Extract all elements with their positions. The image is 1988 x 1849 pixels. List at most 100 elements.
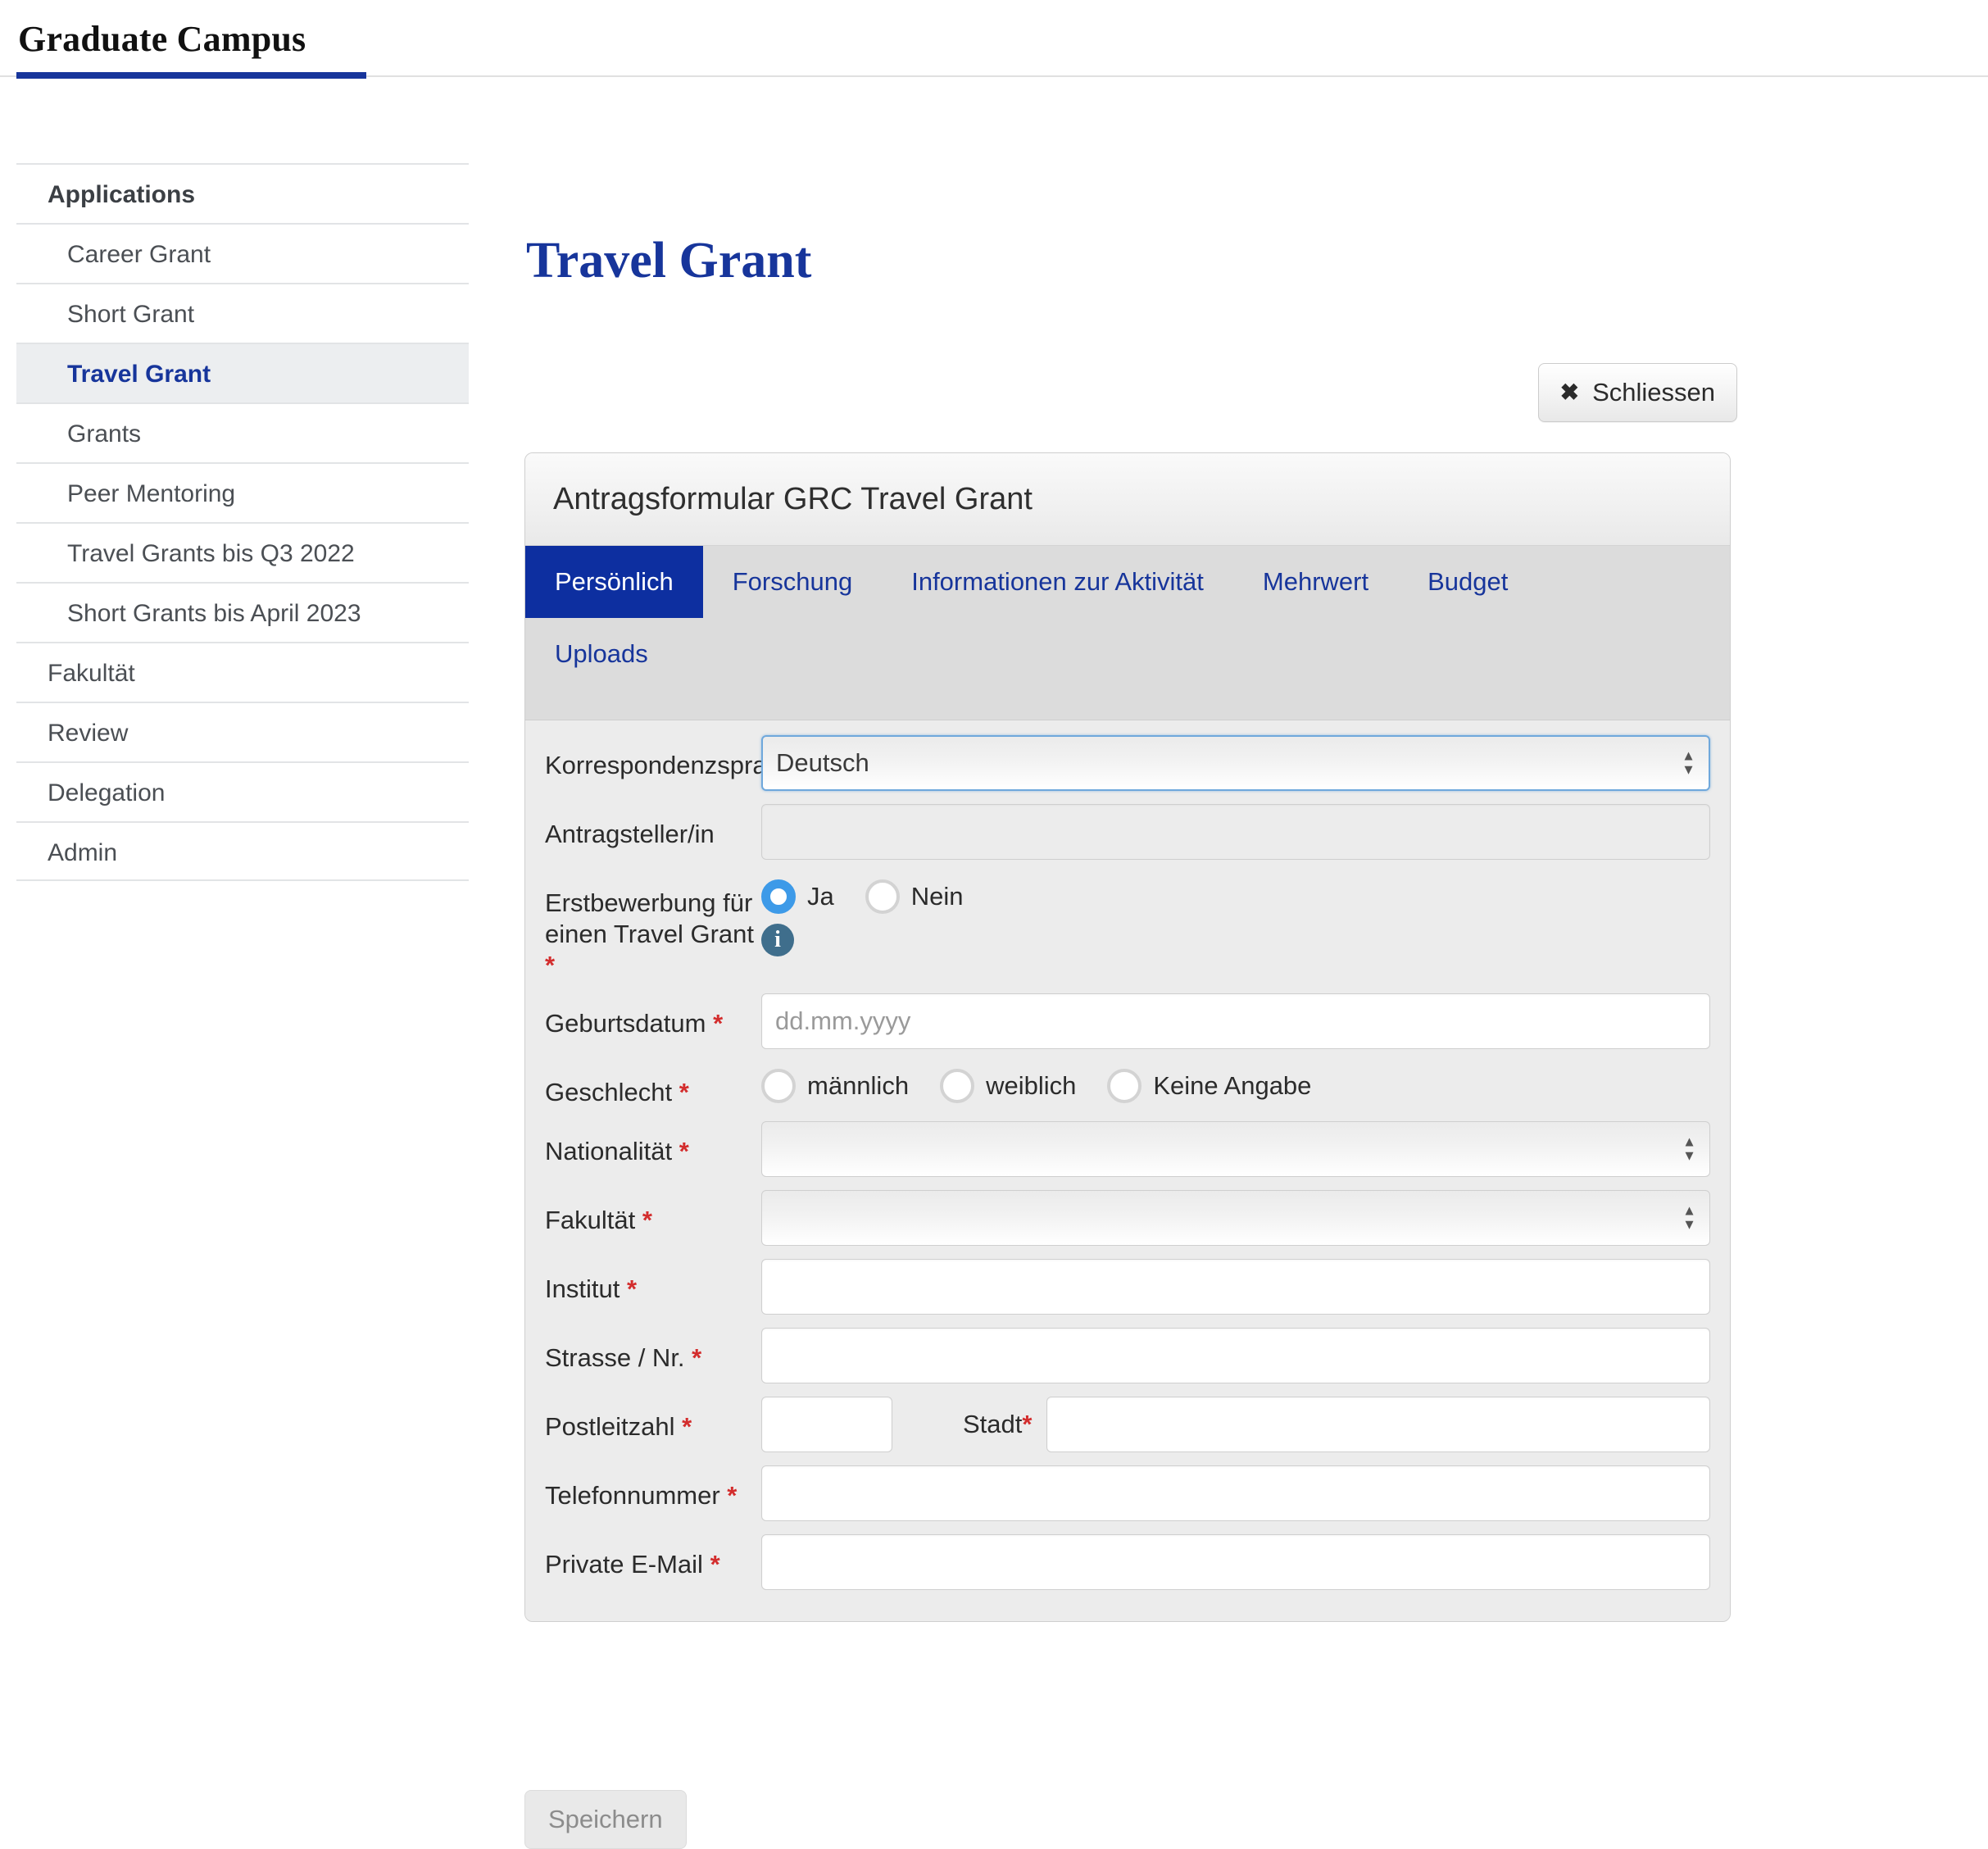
sidebar-item-travel-grant[interactable]: Travel Grant [16,343,469,402]
field-row-email: Private E-Mail * [525,1534,1730,1591]
label-stadt-text: Stadt [963,1410,1023,1439]
label-fakultaet-text: Fakultät [545,1206,636,1235]
close-x-icon: ✖ [1559,379,1580,405]
save-button[interactable]: Speichern [524,1790,687,1849]
label-telefonnummer: Telefonnummer * [545,1465,761,1511]
geschlecht-option-keine-angabe[interactable]: Keine Angabe [1107,1069,1311,1104]
sidebar-item-admin[interactable]: Admin [16,821,469,881]
nationalitaet-select[interactable]: ▲ ▼ [761,1121,1710,1178]
sidebar-item-label: Short Grant [67,301,195,328]
label-geburtsdatum-text: Geburtsdatum [545,1009,706,1038]
brand-underline [16,72,366,79]
field-row-strasse: Strasse / Nr. * [525,1328,1730,1384]
tab-informationen-zur-aktivitaet[interactable]: Informationen zur Aktivität [882,546,1233,618]
sidebar-item-travel-grants-q3-2022[interactable]: Travel Grants bis Q3 2022 [16,522,469,582]
sidebar-item-career-grant[interactable]: Career Grant [16,223,469,283]
control-fakultaet: ▲ ▼ [761,1190,1710,1247]
label-antragsteller: Antragsteller/in [545,820,715,848]
chevron-updown-icon: ▲ ▼ [1682,1133,1696,1164]
required-asterisk: * [710,1550,720,1579]
close-button[interactable]: ✖ Schliessen [1537,363,1737,422]
form-tabrow-secondary: Uploads [525,618,1730,690]
sidebar-item-applications[interactable]: Applications [16,163,469,223]
sidebar-item-label: Delegation [48,779,166,806]
application-form-panel: Antragsformular GRC Travel Grant Persönl… [524,452,1731,1623]
sidebar-item-fakultaet[interactable]: Fakultät [16,642,469,702]
field-row-antragsteller: Antragsteller/in [525,804,1730,860]
label-email: Private E-Mail * [545,1534,761,1580]
control-strasse [761,1328,1710,1384]
label-institut: Institut * [545,1259,761,1305]
sidebar-item-grants[interactable]: Grants [16,402,469,462]
control-email [761,1534,1710,1591]
label-institut-text: Institut [545,1274,620,1304]
close-button-row: ✖ Schliessen [524,363,1975,424]
label-nationalitaet: Nationalität * [545,1121,761,1167]
control-nationalitaet: ▲ ▼ [761,1121,1710,1178]
field-row-korrespondenzsprache: Korrespondenzsprache Deutsch ▲ ▼ [525,735,1730,791]
telefonnummer-input[interactable] [761,1465,1710,1522]
stadt-input[interactable] [1046,1397,1710,1453]
email-input[interactable] [761,1534,1710,1591]
tab-persoenlich[interactable]: Persönlich [525,546,703,618]
sidebar-item-label: Peer Mentoring [67,480,236,507]
label-postleitzahl-text: Postleitzahl [545,1412,675,1442]
brand-header: Graduate Campus [0,0,1988,79]
sidebar-item-delegation[interactable]: Delegation [16,761,469,821]
radio-label: weiblich [986,1071,1077,1101]
sidebar-item-short-grant[interactable]: Short Grant [16,283,469,343]
korrespondenzsprache-value: Deutsch [776,748,869,777]
label-erstbewerbung-text: Erstbewerbung für einen Travel Grant [545,888,755,948]
institut-input[interactable] [761,1259,1710,1315]
strasse-input[interactable] [761,1328,1710,1384]
field-row-postleitzahl-stadt: Postleitzahl * Stadt* [525,1397,1730,1453]
radio-icon[interactable] [940,1069,975,1104]
info-icon[interactable]: i [761,924,794,956]
geburtsdatum-input[interactable] [761,993,1710,1050]
erstbewerbung-option-nein[interactable]: Nein [865,879,964,914]
geschlecht-option-weiblich[interactable]: weiblich [940,1069,1077,1104]
tab-mehrwert[interactable]: Mehrwert [1233,546,1398,618]
antragsteller-input[interactable] [761,804,1710,860]
tab-uploads[interactable]: Uploads [525,618,678,690]
label-strasse: Strasse / Nr. * [545,1328,761,1374]
geschlecht-option-maennlich[interactable]: männlich [761,1069,910,1104]
radio-label: männlich [807,1071,910,1101]
label-strasse-text: Strasse / Nr. [545,1343,685,1373]
label-geschlecht-text: Geschlecht [545,1078,673,1107]
korrespondenzsprache-select[interactable]: Deutsch ▲ ▼ [761,735,1710,791]
label-stadt: Stadt* [892,1397,1046,1452]
main-content: Travel Grant ✖ Schliessen Antragsformula… [524,163,1975,1849]
radio-icon[interactable] [761,879,796,914]
erstbewerbung-option-ja[interactable]: Ja [761,879,834,914]
radio-label: Ja [807,882,834,911]
postleitzahl-input[interactable] [761,1397,892,1453]
field-row-erstbewerbung: Erstbewerbung für einen Travel Grant * J… [525,873,1730,980]
sidebar-item-short-grants-april-2023[interactable]: Short Grants bis April 2023 [16,582,469,642]
page-title: Travel Grant [526,233,812,288]
radio-icon[interactable] [865,879,900,914]
fakultaet-select[interactable]: ▲ ▼ [761,1190,1710,1247]
control-geburtsdatum [761,993,1710,1050]
tab-budget[interactable]: Budget [1398,546,1537,618]
label-geschlecht: Geschlecht * [545,1062,761,1108]
sidebar-item-review[interactable]: Review [16,702,469,761]
label-email-text: Private E-Mail [545,1550,703,1579]
tab-label: Uploads [555,639,648,668]
required-asterisk: * [692,1343,702,1373]
sidebar-item-label: Career Grant [67,241,211,268]
panel-title: Antragsformular GRC Travel Grant [525,453,1730,546]
tab-label: Informationen zur Aktivität [911,567,1204,596]
field-row-institut: Institut * [525,1259,1730,1315]
required-asterisk: * [727,1481,738,1511]
tab-forschung[interactable]: Forschung [703,546,882,618]
radio-icon[interactable] [761,1069,796,1104]
tab-label: Budget [1427,567,1509,596]
sidebar-item-peer-mentoring[interactable]: Peer Mentoring [16,462,469,522]
field-row-fakultaet: Fakultät * ▲ ▼ [525,1190,1730,1247]
required-asterisk: * [713,1009,724,1038]
control-postleitzahl-stadt: Stadt* [761,1397,1710,1453]
chevron-updown-icon: ▲ ▼ [1682,747,1695,777]
radio-icon[interactable] [1107,1069,1142,1104]
field-row-geburtsdatum: Geburtsdatum * [525,993,1730,1050]
